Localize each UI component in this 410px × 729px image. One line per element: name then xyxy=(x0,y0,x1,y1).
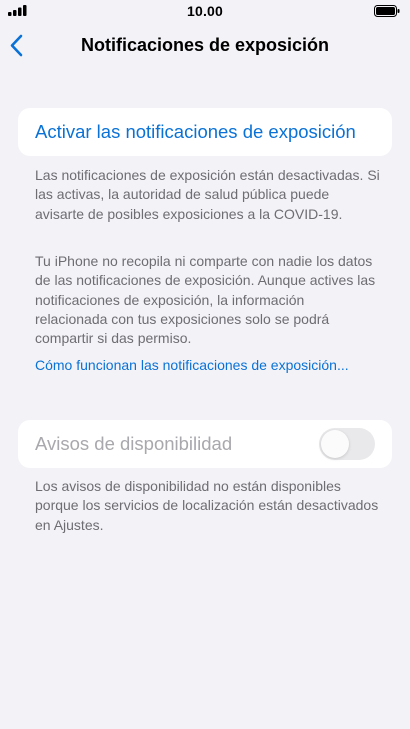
privacy-description: Tu iPhone no recopila ni comparte con na… xyxy=(35,253,376,347)
how-it-works-link[interactable]: Cómo funcionan las notificaciones de exp… xyxy=(35,357,349,373)
availability-footer: Los avisos de disponibilidad no están di… xyxy=(35,478,379,533)
availability-alerts-label: Avisos de disponibilidad xyxy=(35,433,233,454)
toggle-knob xyxy=(321,430,349,458)
battery-full-icon xyxy=(374,5,400,17)
availability-alerts-toggle[interactable] xyxy=(319,428,375,460)
activate-exposure-notifications-button[interactable]: Activar las notificaciones de exposición xyxy=(35,121,356,143)
navigation-bar: Notificaciones de exposición xyxy=(0,22,410,70)
status-description: Las notificaciones de exposición están d… xyxy=(35,167,380,222)
status-time: 10.00 xyxy=(186,3,224,19)
page-title: Notificaciones de exposición xyxy=(80,35,330,55)
activate-card: Activar las notificaciones de exposición xyxy=(18,108,392,156)
status-bar: 10.00 xyxy=(0,0,410,22)
availability-card: Avisos de disponibilidad xyxy=(18,420,392,468)
